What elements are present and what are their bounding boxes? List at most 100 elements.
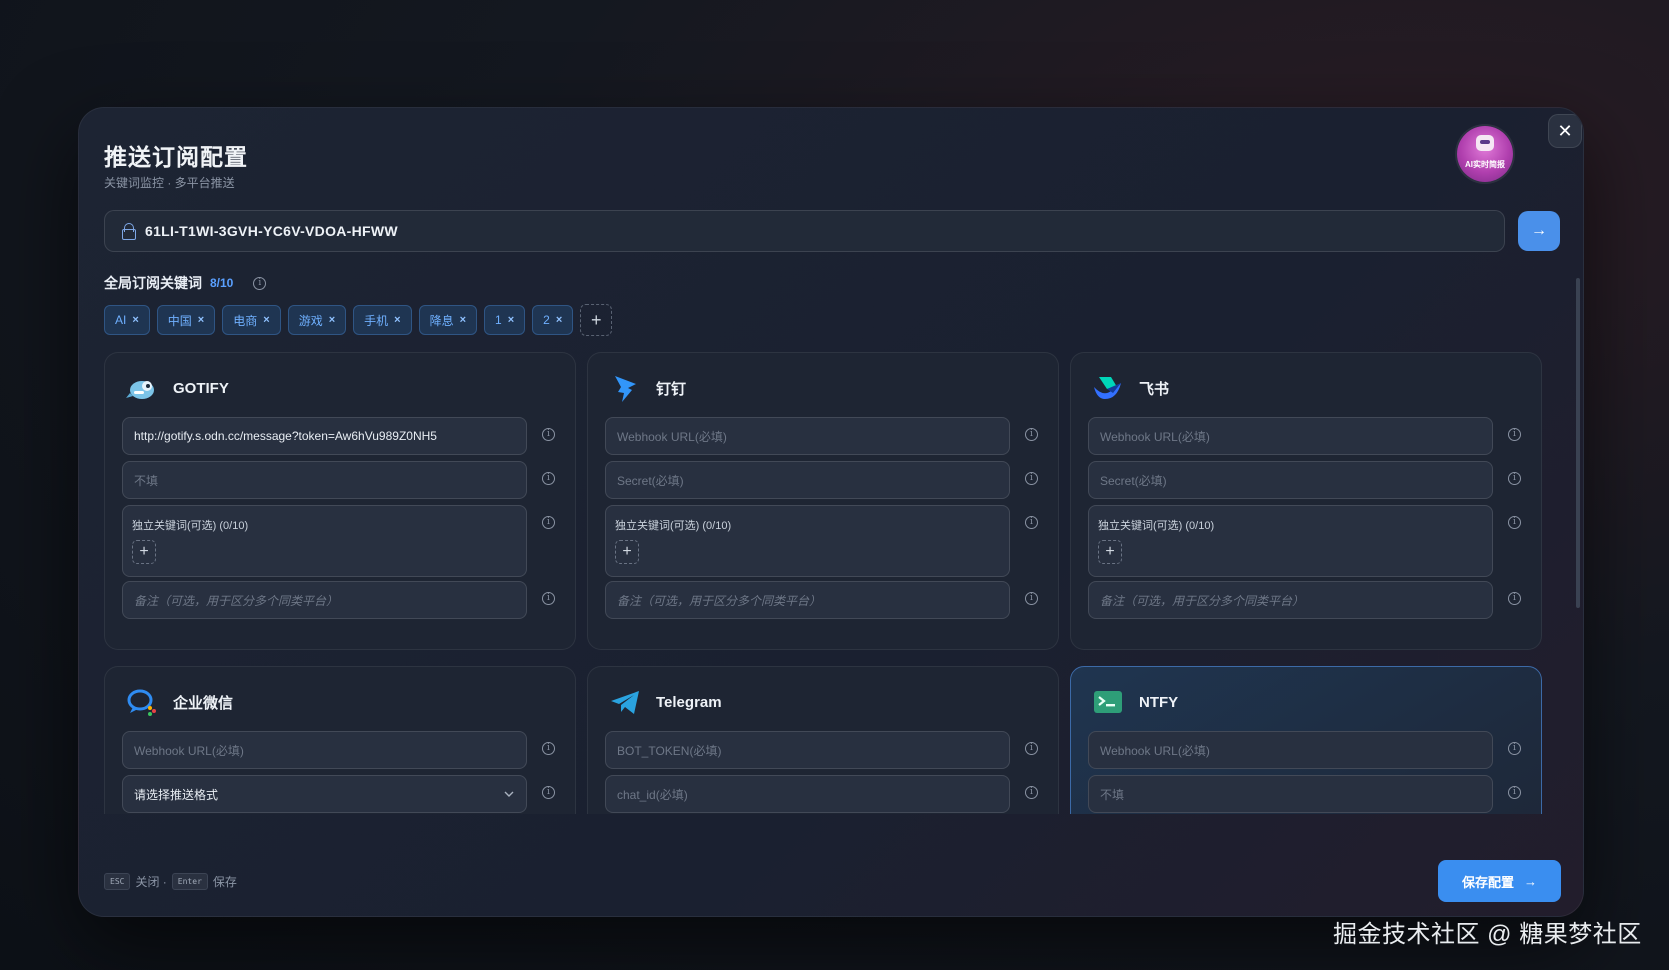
- add-card-keyword-button[interactable]: +: [615, 540, 639, 564]
- bot-token-input[interactable]: BOT_TOKEN(必填): [605, 731, 1010, 769]
- close-button[interactable]: ✕: [1548, 114, 1582, 148]
- lock-icon: [121, 223, 136, 240]
- chat-id-input[interactable]: chat_id(必填): [605, 775, 1010, 813]
- page-subtitle: 关键词监控 · 多平台推送: [104, 176, 235, 190]
- save-button-label: 保存配置: [1461, 874, 1514, 890]
- secret-input[interactable]: 不填: [1088, 775, 1493, 813]
- note-input[interactable]: 备注（可选，用于区分多个同类平台）: [605, 581, 1010, 619]
- card-keywords-field: 独立关键词(可选) (0/10) +: [605, 505, 1010, 577]
- platform-card-dingtalk: 钉钉 Webhook URL(必填) i Secret(必填) i 独立关键词(…: [587, 352, 1059, 650]
- close-icon: ✕: [1557, 120, 1573, 141]
- info-icon[interactable]: i: [1508, 786, 1521, 799]
- webhook-url-input[interactable]: Webhook URL(必填): [122, 731, 527, 769]
- token-field[interactable]: 61LI-T1WI-3GVH-YC6V-VDOA-HFWW: [104, 210, 1505, 252]
- card-header: Telegram: [608, 685, 722, 719]
- watermark: 掘金技术社区 @ 糖果梦社区: [1333, 921, 1642, 948]
- remove-icon[interactable]: ×: [198, 314, 204, 326]
- keyword-chip: 1 ×: [484, 305, 526, 335]
- card-keywords-label: 独立关键词(可选) (0/10): [1098, 520, 1215, 532]
- webhook-url-input[interactable]: Webhook URL(必填): [1088, 417, 1493, 455]
- platform-card-wecom: 企业微信 Webhook URL(必填) i 请选择推送格式 i: [104, 666, 576, 814]
- webhook-url-input[interactable]: Webhook URL(必填): [605, 417, 1010, 455]
- robot-icon: [1476, 135, 1494, 151]
- note-input[interactable]: 备注（可选，用于区分多个同类平台）: [122, 581, 527, 619]
- info-icon[interactable]: i: [1025, 472, 1038, 485]
- keyword-chip-list: AI × 中国 × 电商 × 游戏 × 手机 × 降息 × 1 × 2 × +: [104, 304, 613, 336]
- webhook-url-input[interactable]: http://gotify.s.odn.cc/message?token=Aw6…: [122, 417, 527, 455]
- keyword-chip-label: 手机: [364, 313, 389, 328]
- card-title: Telegram: [656, 693, 722, 711]
- card-title: GOTIFY: [173, 379, 229, 397]
- arrow-right-icon: →: [1524, 873, 1537, 889]
- info-icon[interactable]: i: [1025, 742, 1038, 755]
- info-icon[interactable]: i: [1025, 592, 1038, 605]
- info-icon[interactable]: i: [542, 428, 555, 441]
- info-icon[interactable]: i: [542, 742, 555, 755]
- card-header: 钉钉: [608, 371, 686, 405]
- arrow-right-icon: →: [1531, 222, 1547, 239]
- push-format-value: 请选择推送格式: [134, 787, 219, 802]
- scrollbar[interactable]: [1576, 273, 1580, 793]
- info-icon[interactable]: i: [1508, 472, 1521, 485]
- keyword-chip: 手机 ×: [353, 305, 412, 335]
- keyword-chip-label: 电商: [233, 313, 258, 328]
- keyword-chip-label: AI: [115, 313, 127, 327]
- remove-icon[interactable]: ×: [132, 314, 138, 326]
- keyword-chip-label: 游戏: [298, 313, 323, 328]
- remove-icon[interactable]: ×: [263, 314, 269, 326]
- remove-icon[interactable]: ×: [329, 314, 335, 326]
- card-title: 企业微信: [173, 694, 234, 712]
- add-card-keyword-button[interactable]: +: [132, 540, 156, 564]
- info-icon[interactable]: i: [1025, 428, 1038, 441]
- gotify-icon: [125, 371, 159, 405]
- add-keyword-button[interactable]: +: [580, 304, 613, 336]
- keyword-chip: 游戏 ×: [287, 305, 347, 335]
- info-icon[interactable]: i: [1025, 516, 1038, 529]
- card-keywords-label: 独立关键词(可选) (0/10): [132, 520, 249, 532]
- keyword-chip-label: 1: [495, 313, 502, 327]
- info-icon[interactable]: i: [253, 276, 267, 290]
- remove-icon[interactable]: ×: [394, 314, 400, 326]
- info-icon[interactable]: i: [542, 786, 555, 799]
- secret-input[interactable]: Secret(必填): [605, 461, 1010, 499]
- add-card-keyword-button[interactable]: +: [1098, 540, 1122, 564]
- webhook-url-input[interactable]: Webhook URL(必填): [1088, 731, 1493, 769]
- info-icon[interactable]: i: [1508, 428, 1521, 441]
- card-keywords-field: 独立关键词(可选) (0/10) +: [1088, 505, 1493, 577]
- card-title: 钉钉: [656, 380, 687, 398]
- info-icon[interactable]: i: [1508, 516, 1521, 529]
- card-header: 企业微信: [125, 685, 233, 719]
- remove-icon[interactable]: ×: [556, 314, 562, 326]
- remove-icon[interactable]: ×: [508, 314, 514, 326]
- enter-key: Enter: [171, 873, 208, 890]
- page-title: 推送订阅配置: [104, 144, 248, 170]
- enter-hint: 保存: [212, 875, 237, 889]
- info-icon[interactable]: i: [542, 592, 555, 605]
- card-header: 飞书: [1091, 371, 1169, 405]
- info-icon[interactable]: i: [1508, 592, 1521, 605]
- secret-input[interactable]: Secret(必填): [1088, 461, 1493, 499]
- info-icon[interactable]: i: [1508, 742, 1521, 755]
- plus-icon: +: [591, 309, 602, 330]
- avatar[interactable]: AI实时简报: [1457, 126, 1513, 182]
- keyword-chip: 降息 ×: [418, 305, 478, 335]
- keyboard-hints: ESC 关闭 · Enter 保存: [104, 873, 237, 890]
- ntfy-icon: [1091, 685, 1125, 719]
- info-icon[interactable]: i: [1025, 786, 1038, 799]
- info-icon[interactable]: i: [542, 472, 555, 485]
- note-input[interactable]: 备注（可选，用于区分多个同类平台）: [1088, 581, 1493, 619]
- platform-card-feishu: 飞书 Webhook URL(必填) i Secret(必填) i 独立关键词(…: [1070, 352, 1542, 650]
- platform-card-ntfy: NTFY Webhook URL(必填) i 不填 i: [1070, 666, 1542, 814]
- feishu-icon: [1091, 371, 1125, 405]
- info-icon[interactable]: i: [542, 516, 555, 529]
- remove-icon[interactable]: ×: [460, 314, 466, 326]
- subscription-config-modal: 推送订阅配置 关键词监控 · 多平台推送 AI实时简报 ✕ 61LI-T1WI-…: [78, 107, 1584, 917]
- secret-input[interactable]: 不填: [122, 461, 527, 499]
- token-submit-button[interactable]: →: [1518, 211, 1560, 251]
- scrollbar-thumb[interactable]: [1576, 278, 1580, 608]
- push-format-select[interactable]: 请选择推送格式: [122, 775, 527, 813]
- dingtalk-icon: [608, 371, 642, 405]
- telegram-icon: [608, 685, 642, 719]
- save-config-button[interactable]: 保存配置 →: [1438, 860, 1561, 902]
- card-header: NTFY: [1091, 685, 1178, 719]
